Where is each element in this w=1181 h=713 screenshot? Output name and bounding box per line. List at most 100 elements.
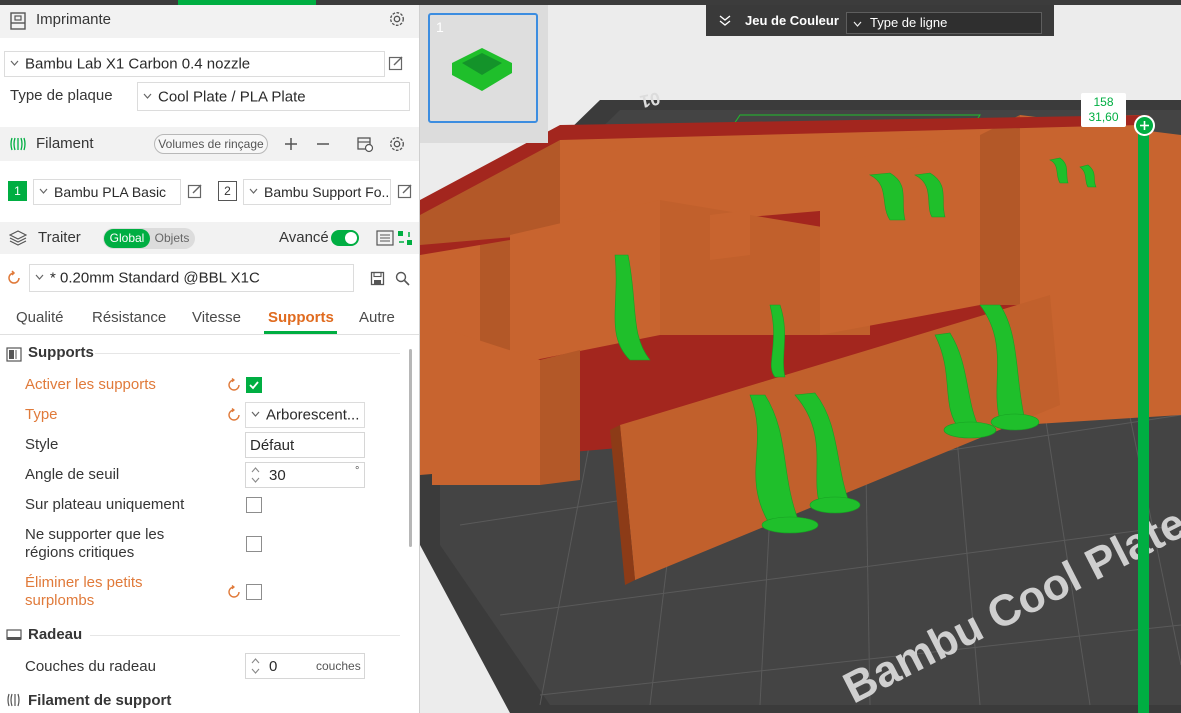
chevron-down-icon [853, 21, 862, 27]
chevron-down-icon [39, 188, 48, 194]
support-style-label: Style [25, 436, 59, 453]
filament-sync-icon[interactable] [356, 135, 374, 153]
collapse-chevrons-icon[interactable] [719, 15, 731, 26]
remove-small-overhangs-label-2: surplombs [25, 592, 95, 609]
layer-height: 31,60 [1088, 110, 1119, 124]
flush-volumes-button[interactable]: Volumes de rinçage [154, 134, 268, 154]
printer-model-select[interactable]: Bambu Lab X1 Carbon 0.4 nozzle [4, 51, 385, 77]
filament-slot-1-number[interactable]: 1 [8, 181, 27, 201]
layer-top-number: 158 [1093, 95, 1114, 109]
layer-slider-handle[interactable] [1134, 115, 1155, 136]
filament-slot-1-select[interactable]: Bambu PLA Basic [33, 179, 181, 205]
support-type-select[interactable]: Arborescent... [245, 402, 365, 428]
color-scheme-value: Type de ligne [870, 15, 948, 30]
compare-icon[interactable] [397, 230, 413, 246]
edit-printer-icon[interactable] [388, 55, 404, 71]
enable-supports-label: Activer les supports [25, 376, 156, 393]
color-scheme-select[interactable]: Type de ligne [846, 12, 1042, 34]
filament-title: Filament [36, 135, 94, 152]
remove-small-overhangs-label-1: Éliminer les petits [25, 574, 143, 591]
global-objects-toggle[interactable]: Global Objets [103, 228, 195, 249]
plate-thumbnail-model [452, 48, 512, 91]
printer-icon [10, 12, 26, 30]
save-preset-icon[interactable] [370, 271, 385, 286]
stepper-arrows-icon[interactable] [251, 466, 260, 484]
reset-icon[interactable] [227, 378, 241, 392]
plate-thumbnail-number: 1 [436, 19, 444, 35]
tab-other[interactable]: Autre [359, 309, 395, 326]
process-section-header: Traiter Global Objets Avancé [0, 222, 420, 254]
chevron-down-icon [251, 411, 260, 417]
filament-slot-2-number[interactable]: 2 [218, 181, 237, 201]
tab-speed[interactable]: Vitesse [192, 309, 241, 326]
support-filament-icon [7, 693, 20, 707]
check-icon [249, 381, 259, 390]
tab-strength[interactable]: Résistance [92, 309, 166, 326]
advanced-label: Avancé [279, 229, 329, 246]
raft-layers-input[interactable]: 0 couches [245, 653, 365, 679]
threshold-angle-value: 30 [269, 467, 286, 484]
filament-slot-2-name: Bambu Support Fo... [264, 184, 391, 200]
plate-type-label: Type de plaque [10, 87, 113, 104]
reset-icon[interactable] [227, 408, 241, 422]
supports-group-icon [6, 347, 22, 362]
layer-slider-track[interactable] [1138, 126, 1149, 713]
plate-thumbnail[interactable]: 1 [428, 13, 538, 123]
reset-icon[interactable] [227, 585, 241, 599]
enable-supports-checkbox[interactable] [246, 377, 262, 393]
remove-filament-icon[interactable] [315, 136, 331, 152]
support-style-select[interactable]: Défaut [245, 432, 365, 458]
threshold-angle-label: Angle de seuil [25, 466, 120, 483]
tab-supports[interactable]: Supports [268, 309, 334, 326]
search-icon[interactable] [395, 271, 410, 286]
threshold-angle-unit: ° [355, 465, 360, 477]
printer-model-value: Bambu Lab X1 Carbon 0.4 nozzle [25, 55, 251, 73]
filament-icon [10, 137, 26, 151]
layer-info-label: 158 31,60 [1081, 93, 1126, 127]
reset-preset-icon[interactable] [6, 270, 22, 286]
add-filament-icon[interactable] [283, 136, 299, 152]
color-scheme-label: Jeu de Couleur [745, 13, 839, 28]
settings-sidebar: Imprimante Bambu Lab X1 Carbon 0.4 nozzl… [0, 5, 420, 713]
raft-layers-label: Couches du radeau [25, 658, 156, 675]
support-type-label: Type [25, 406, 58, 423]
critical-regions-label-1: Ne supporter que les [25, 526, 165, 543]
printer-settings-gear-icon[interactable] [388, 10, 406, 28]
on-plate-only-checkbox[interactable] [246, 497, 262, 513]
toggle-objects[interactable]: Objets [151, 229, 193, 248]
filament-section-header: Filament Volumes de rinçage [0, 127, 420, 161]
stepper-arrows-icon[interactable] [251, 657, 260, 675]
process-preset-select[interactable]: * 0.20mm Standard @BBL X1C [29, 264, 354, 292]
critical-regions-checkbox[interactable] [246, 536, 262, 552]
plate-type-value: Cool Plate / PLA Plate [158, 88, 306, 105]
supports-group-title: Supports [28, 344, 94, 361]
threshold-angle-input[interactable]: 30 ° [245, 462, 365, 488]
group-divider [90, 635, 400, 636]
process-preset-value: * 0.20mm Standard @BBL X1C [50, 269, 260, 287]
remove-small-overhangs-checkbox[interactable] [246, 584, 262, 600]
printer-section-header: Imprimante [0, 5, 420, 38]
switch-knob [345, 232, 357, 244]
tabs-divider [0, 334, 420, 335]
filament-slot-2-select[interactable]: Bambu Support Fo... [243, 179, 391, 205]
list-view-icon[interactable] [376, 230, 394, 246]
edit-filament-1-icon[interactable] [187, 183, 203, 199]
raft-group-title: Radeau [28, 626, 83, 643]
plate-number-label: 01 [638, 88, 662, 112]
on-plate-only-label: Sur plateau uniquement [25, 496, 185, 513]
support-filament-group-title: Filament de support [28, 692, 172, 709]
chevron-down-icon [249, 188, 258, 194]
raft-layers-value: 0 [269, 658, 278, 675]
advanced-switch[interactable] [331, 230, 359, 246]
edit-filament-2-icon[interactable] [397, 183, 413, 199]
settings-scrollbar[interactable] [409, 349, 412, 547]
tab-quality[interactable]: Qualité [16, 309, 64, 326]
3d-viewport[interactable]: 01 Bambu Cool Plate 1 Jeu de Couleur Typ… [420, 5, 1181, 713]
process-title: Traiter [38, 229, 81, 246]
color-scheme-bar: Jeu de Couleur Type de ligne [706, 5, 1054, 36]
critical-regions-label-2: régions critiques [25, 544, 135, 561]
filament-settings-gear-icon[interactable] [388, 135, 406, 153]
layers-icon [9, 230, 27, 246]
toggle-global[interactable]: Global [104, 229, 150, 248]
plate-type-select[interactable]: Cool Plate / PLA Plate [137, 82, 410, 111]
